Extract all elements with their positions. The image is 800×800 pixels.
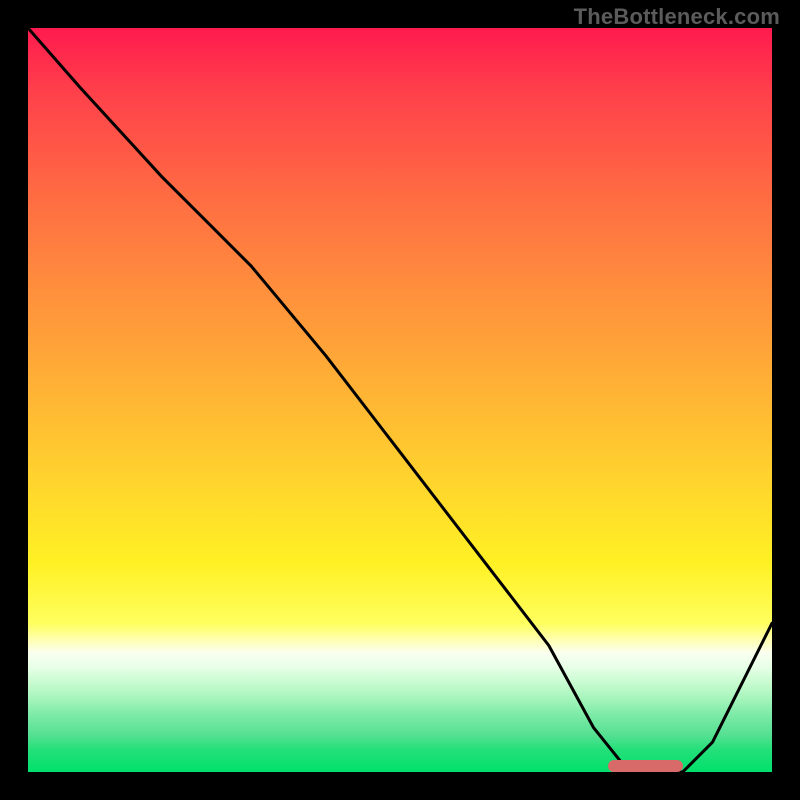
bottleneck-curve xyxy=(28,28,772,772)
watermark-text: TheBottleneck.com xyxy=(574,4,780,30)
optimal-range-marker xyxy=(608,760,682,772)
plot-area xyxy=(28,28,772,772)
chart-container: TheBottleneck.com xyxy=(0,0,800,800)
